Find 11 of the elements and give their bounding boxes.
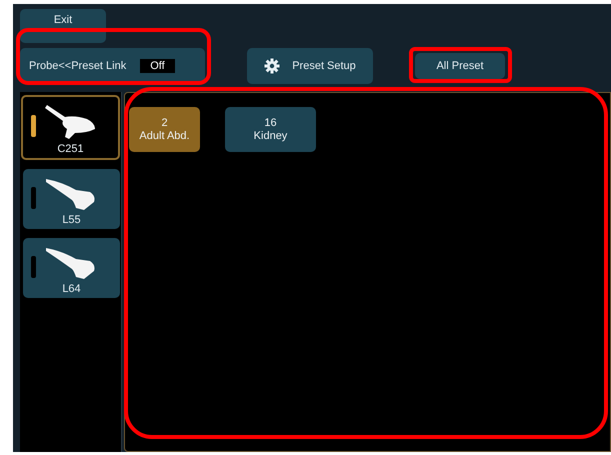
preset-button[interactable]: 16 Kidney	[225, 107, 316, 152]
preset-setup-button[interactable]: Preset Setup	[247, 48, 373, 84]
gear-icon	[264, 58, 280, 74]
probe-button[interactable]: C251	[21, 95, 120, 160]
link-label: Probe<<Preset Link	[29, 60, 126, 72]
all-preset-button[interactable]: All Preset	[415, 53, 505, 79]
probe-preset-link-button[interactable]: Probe<<Preset Link Off	[20, 48, 205, 84]
probe-button[interactable]: L64	[23, 238, 120, 298]
link-value: Off	[140, 59, 175, 73]
preset-button[interactable]: 2 Adult Abd.	[129, 107, 200, 152]
probe-button[interactable]: L55	[23, 169, 120, 229]
